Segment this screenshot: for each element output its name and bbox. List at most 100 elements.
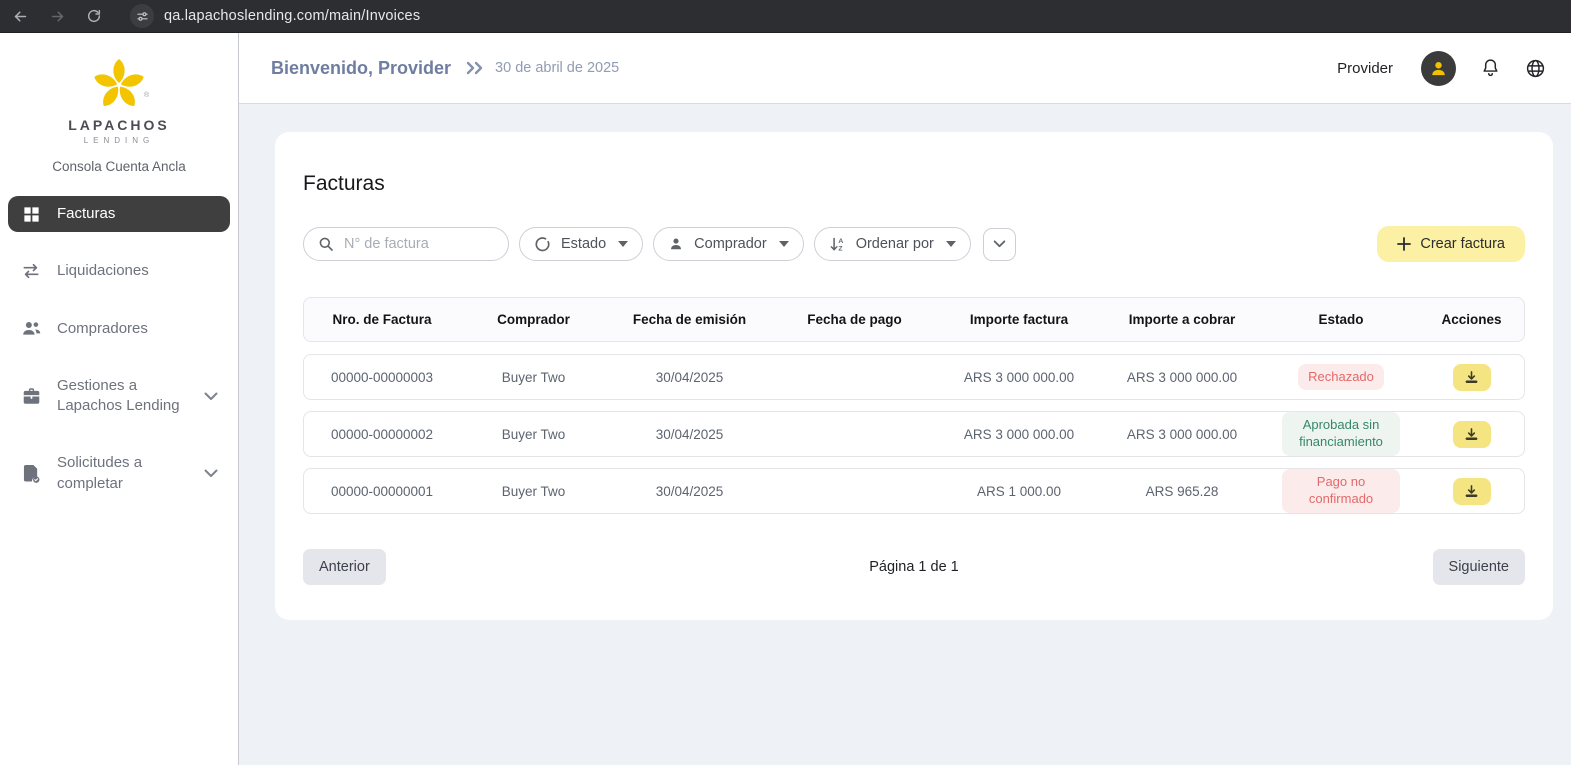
table-header-row: Nro. de Factura Comprador Fecha de emisi… — [303, 297, 1525, 342]
briefcase-icon — [20, 387, 42, 405]
cell-amount: ARS 3 000 000.00 — [937, 427, 1101, 442]
sidebar-menu: Facturas Liquidaciones Compradores Gesti… — [0, 174, 238, 502]
status-badge: Aprobada sin financiamiento — [1282, 412, 1400, 456]
invoices-card: Facturas Estado — [275, 132, 1553, 620]
document-check-icon — [20, 464, 42, 483]
svg-text:A: A — [838, 237, 843, 244]
cell-receivable: ARS 965.28 — [1101, 484, 1263, 499]
chevron-down-icon — [204, 392, 218, 401]
download-invoice-button[interactable] — [1453, 478, 1491, 505]
col-header-buyer: Comprador — [460, 312, 607, 327]
sidebar-item-label: Liquidaciones — [57, 261, 149, 281]
svg-text:®: ® — [144, 91, 150, 99]
col-header-payment-date: Fecha de pago — [772, 312, 937, 327]
col-header-amount: Importe factura — [937, 312, 1101, 327]
console-label: Consola Cuenta Ancla — [0, 159, 238, 174]
header-date: 30 de abril de 2025 — [495, 60, 619, 76]
browser-toolbar: qa.lapachoslending.com/main/Invoices — [0, 0, 1571, 33]
sidebar-item-label: Solicitudes a completar — [57, 453, 189, 494]
chevron-down-icon — [204, 469, 218, 478]
download-invoice-button[interactable] — [1453, 364, 1491, 391]
swap-arrows-icon — [20, 262, 42, 280]
forward-icon[interactable] — [49, 8, 66, 25]
refresh-icon[interactable] — [86, 8, 102, 24]
sort-az-icon: AZ — [829, 236, 846, 253]
svg-text:Z: Z — [838, 245, 842, 252]
cell-buyer: Buyer Two — [460, 427, 607, 442]
col-header-issue-date: Fecha de emisión — [607, 312, 772, 327]
brand-name: LAPACHOS — [0, 117, 238, 133]
cell-invoice-number: 00000-00000001 — [304, 484, 460, 499]
col-header-actions: Acciones — [1419, 312, 1524, 327]
table-row: 00000-00000002 Buyer Two 30/04/2025 ARS … — [303, 411, 1525, 457]
page-title: Facturas — [303, 172, 1525, 196]
more-filters-button[interactable] — [983, 228, 1016, 261]
sidebar-item-liquidaciones[interactable]: Liquidaciones — [8, 253, 230, 289]
sidebar: ® LAPACHOS LENDING Consola Cuenta Ancla … — [0, 33, 239, 765]
search-icon — [318, 236, 334, 252]
filter-bar: Estado Comprador — [303, 226, 1525, 262]
header-actions: Provider — [1337, 51, 1546, 86]
comprador-filter-dropdown[interactable]: Comprador — [653, 227, 804, 261]
status-circle-icon — [534, 236, 551, 253]
sidebar-item-solicitudes[interactable]: Solicitudes a completar — [8, 445, 230, 502]
url-text: qa.lapachoslending.com/main/Invoices — [164, 8, 420, 24]
col-header-invoice: Nro. de Factura — [304, 312, 460, 327]
cell-amount: ARS 1 000.00 — [937, 484, 1101, 499]
status-badge: Pago no confirmado — [1282, 469, 1400, 513]
grid-icon — [20, 205, 42, 224]
lapachos-flower-icon: ® — [84, 51, 154, 115]
brand-logo: ® LAPACHOS LENDING Consola Cuenta Ancla — [0, 51, 238, 174]
caret-down-icon — [946, 241, 956, 247]
notifications-bell-icon[interactable] — [1480, 57, 1501, 79]
site-settings-icon[interactable] — [130, 4, 154, 28]
cell-buyer: Buyer Two — [460, 370, 607, 385]
cell-issue-date: 30/04/2025 — [607, 484, 772, 499]
invoice-search[interactable] — [303, 227, 509, 261]
sidebar-item-gestiones[interactable]: Gestiones a Lapachos Lending — [8, 368, 230, 425]
create-invoice-button[interactable]: Crear factura — [1377, 226, 1525, 262]
caret-down-icon — [779, 241, 789, 247]
page-header: Bienvenido, Provider 30 de abril de 2025… — [239, 33, 1571, 104]
sidebar-item-label: Gestiones a Lapachos Lending — [57, 376, 189, 417]
sidebar-item-label: Facturas — [57, 204, 115, 224]
content-area: Facturas Estado — [239, 104, 1571, 765]
search-input[interactable] — [344, 236, 494, 252]
cell-invoice-number: 00000-00000002 — [304, 427, 460, 442]
ordenar-filter-label: Ordenar por — [856, 236, 934, 252]
comprador-filter-label: Comprador — [694, 236, 767, 252]
caret-down-icon — [618, 241, 628, 247]
avatar[interactable] — [1421, 51, 1456, 86]
create-invoice-label: Crear factura — [1420, 236, 1505, 252]
welcome-title: Bienvenido, Provider — [271, 58, 451, 79]
next-page-button[interactable]: Siguiente — [1433, 549, 1525, 585]
ordenar-filter-dropdown[interactable]: AZ Ordenar por — [814, 227, 971, 261]
cell-invoice-number: 00000-00000003 — [304, 370, 460, 385]
status-badge: Rechazado — [1298, 364, 1384, 391]
cell-receivable: ARS 3 000 000.00 — [1101, 370, 1263, 385]
people-icon — [20, 320, 42, 337]
back-icon[interactable] — [12, 8, 29, 25]
col-header-status: Estado — [1263, 312, 1419, 327]
sidebar-item-compradores[interactable]: Compradores — [8, 311, 230, 347]
pagination: Anterior Página 1 de 1 Siguiente — [303, 549, 1525, 585]
cell-issue-date: 30/04/2025 — [607, 427, 772, 442]
language-globe-icon[interactable] — [1525, 58, 1546, 79]
cell-amount: ARS 3 000 000.00 — [937, 370, 1101, 385]
download-invoice-button[interactable] — [1453, 421, 1491, 448]
page-info: Página 1 de 1 — [869, 559, 959, 575]
person-icon — [668, 236, 684, 252]
table-row: 00000-00000003 Buyer Two 30/04/2025 ARS … — [303, 354, 1525, 400]
cell-buyer: Buyer Two — [460, 484, 607, 499]
plus-icon — [1397, 237, 1411, 251]
estado-filter-dropdown[interactable]: Estado — [519, 227, 643, 261]
user-name: Provider — [1337, 60, 1393, 77]
table-row: 00000-00000001 Buyer Two 30/04/2025 ARS … — [303, 468, 1525, 514]
address-bar[interactable]: qa.lapachoslending.com/main/Invoices — [130, 4, 420, 28]
sidebar-item-label: Compradores — [57, 319, 148, 339]
previous-page-button[interactable]: Anterior — [303, 549, 386, 585]
cell-receivable: ARS 3 000 000.00 — [1101, 427, 1263, 442]
cell-issue-date: 30/04/2025 — [607, 370, 772, 385]
col-header-receivable: Importe a cobrar — [1101, 312, 1263, 327]
sidebar-item-facturas[interactable]: Facturas — [8, 196, 230, 232]
